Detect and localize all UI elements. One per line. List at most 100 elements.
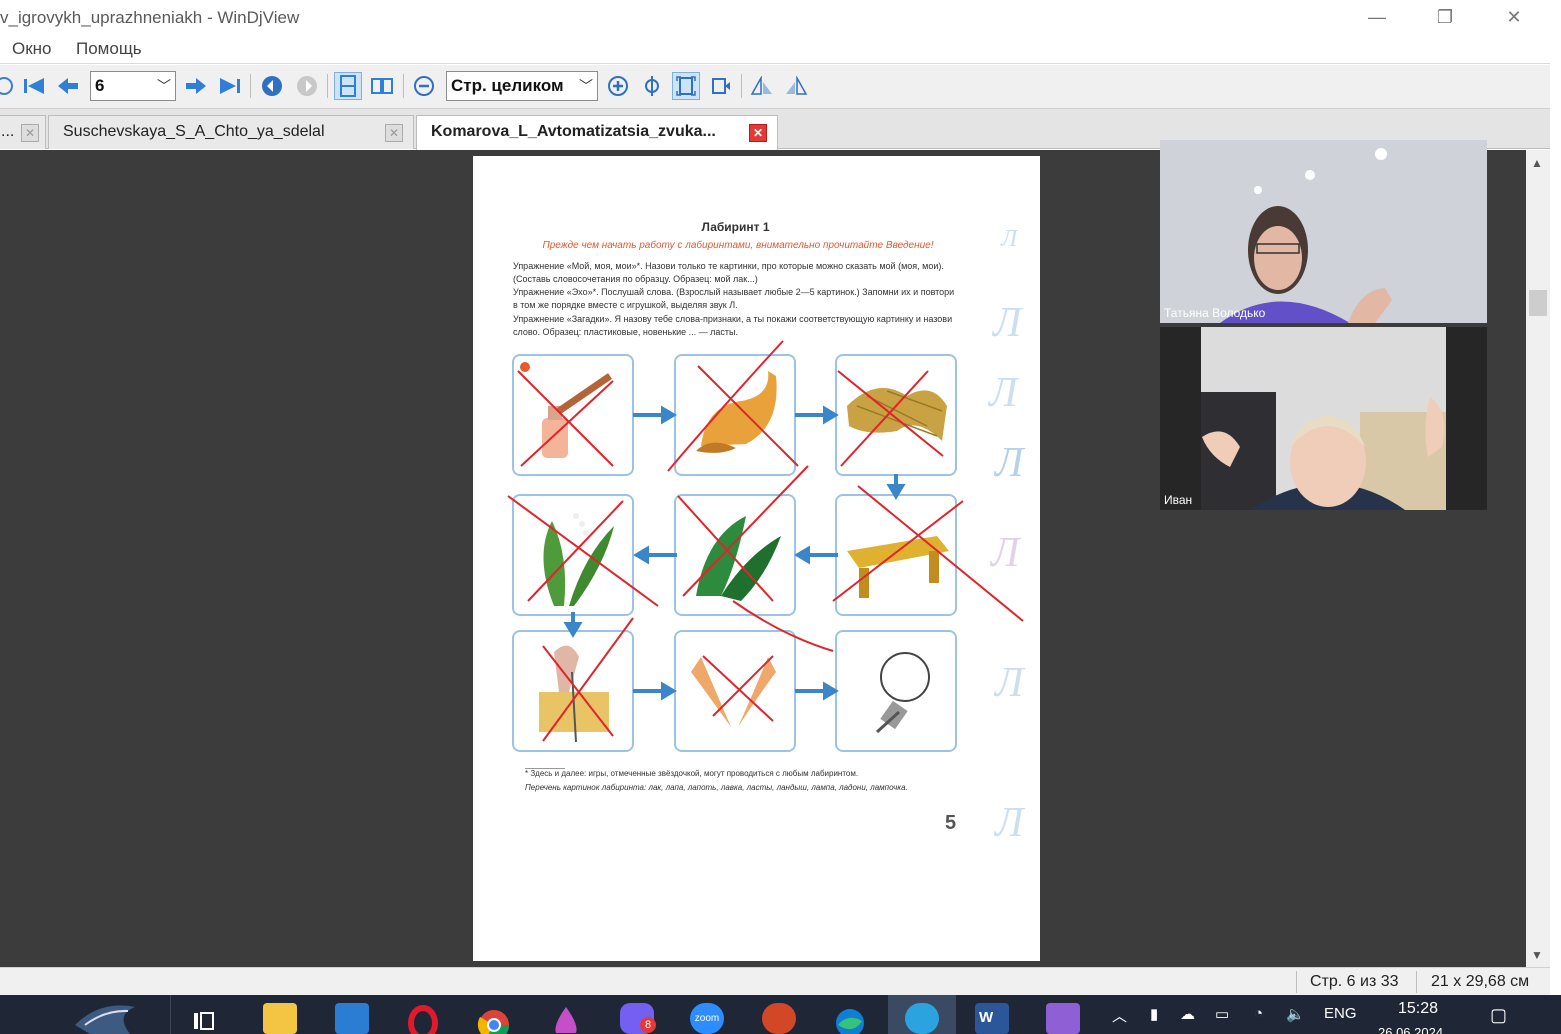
tab-close-icon[interactable]: ✕ xyxy=(21,124,39,142)
footnote: * Здесь и далее: игры, отмеченные звёздо… xyxy=(525,769,859,778)
powerpoint-icon[interactable] xyxy=(762,1003,796,1034)
arrow-left-icon xyxy=(58,78,78,94)
battery-icon[interactable]: ▭ xyxy=(1215,1005,1229,1023)
page-number-input[interactable]: 6 ﹀ xyxy=(90,71,176,101)
menu-bar: Окно Помощь xyxy=(0,36,1561,64)
mail-icon[interactable] xyxy=(335,1003,369,1034)
clock-time[interactable]: 15:28 xyxy=(1398,1000,1438,1018)
two-pages-icon xyxy=(371,78,393,94)
chrome-icon[interactable] xyxy=(477,1003,511,1034)
toolbar-separator xyxy=(327,74,328,98)
document-page: Лабиринт 1 Прежде чем начать работу с ла… xyxy=(473,156,1040,961)
fit-width-icon xyxy=(645,76,659,96)
zoom-in-button[interactable] xyxy=(604,72,632,100)
tab-close-icon[interactable]: ✕ xyxy=(749,124,767,142)
screen: v_igrovykh_uprazhneniakh - WinDjView — ❐… xyxy=(0,0,1561,1034)
zoom-app-icon[interactable]: zoom xyxy=(690,1003,724,1034)
svg-text:Л: Л xyxy=(991,300,1024,346)
fit-width-button[interactable] xyxy=(638,72,666,100)
rotate-left-button[interactable] xyxy=(748,72,776,100)
svg-text:Л: Л xyxy=(993,440,1026,486)
visual-studio-icon[interactable] xyxy=(1046,1003,1080,1034)
scroll-down-icon[interactable]: ▼ xyxy=(1531,948,1543,962)
video-tile-teacher[interactable]: Татьяна Володько xyxy=(1160,140,1487,323)
svg-text:Л: Л xyxy=(1000,226,1019,252)
viber-badge: 8 xyxy=(640,1017,656,1033)
single-page-icon xyxy=(340,75,356,97)
rotate-right-icon xyxy=(786,76,808,95)
teacher-video-picture xyxy=(1160,140,1487,323)
rotate-right-button[interactable] xyxy=(782,72,810,100)
tab-komarova[interactable]: Komarova_L_Avtomatizatsia_zvuka... ✕ xyxy=(416,115,778,150)
scroll-up-icon[interactable]: ▲ xyxy=(1531,156,1543,170)
title-bar: v_igrovykh_uprazhneniakh - WinDjView — ❐… xyxy=(0,0,1561,36)
forward-button[interactable] xyxy=(293,72,321,100)
task-view-button[interactable] xyxy=(188,1003,222,1034)
next-page-button[interactable] xyxy=(182,72,210,100)
status-page-size: 21 x 29,68 см xyxy=(1431,973,1530,990)
language-indicator[interactable]: ENG xyxy=(1324,1005,1357,1022)
tab-previous[interactable]: ... ✕ xyxy=(0,115,46,149)
minimize-icon: — xyxy=(1368,6,1386,27)
tab-suschevskaya[interactable]: Suschevskaya_S_A_Chto_ya_sdelal ✕ xyxy=(48,115,414,149)
onedrive-icon[interactable]: ☁ xyxy=(1180,1005,1195,1023)
word-letter: W xyxy=(979,1009,994,1026)
menu-window[interactable]: Окно xyxy=(12,39,52,59)
zoom-out-button[interactable] xyxy=(410,72,438,100)
status-separator xyxy=(1416,971,1417,993)
video-tile-student[interactable]: Иван xyxy=(1160,327,1487,510)
close-button[interactable]: ✕ xyxy=(1494,4,1534,30)
tray-overflow-icon[interactable]: ︿ xyxy=(1112,1005,1127,1026)
task-view-icon xyxy=(194,1012,214,1030)
zoom-mode-value: Стр. целиком xyxy=(451,76,564,95)
two-pages-button[interactable] xyxy=(368,72,396,100)
prev-page-button[interactable] xyxy=(54,72,82,100)
toolbar-separator xyxy=(250,74,251,98)
first-page-button[interactable] xyxy=(20,72,48,100)
telegram-icon[interactable] xyxy=(905,1003,939,1034)
chevron-down-icon: ﹀ xyxy=(157,78,171,94)
taskbar: 8 zoom W ︿ ▮ ☁ ▭ ◔ 🔈 ENG 15:28 26.06.202… xyxy=(0,995,1561,1034)
actual-size-button[interactable] xyxy=(706,72,734,100)
page-number-value: 6 xyxy=(95,76,105,95)
notifications-icon[interactable]: ▢ xyxy=(1490,1005,1507,1026)
participant-name: Татьяна Володько xyxy=(1164,306,1266,320)
maximize-button[interactable]: ❐ xyxy=(1425,4,1465,30)
last-page-icon xyxy=(220,78,240,94)
edge-icon[interactable] xyxy=(833,1003,867,1034)
maze-overlay: Л Л Л Л Л Л Л xyxy=(507,226,1026,846)
page-number: 5 xyxy=(945,812,957,834)
tab-close-icon[interactable]: ✕ xyxy=(385,124,403,142)
volume-icon[interactable]: 🔈 xyxy=(1286,1005,1305,1023)
tab-label: Suschevskaya_S_A_Chto_ya_sdelal xyxy=(63,123,325,140)
status-bar: Стр. 6 из 33 21 x 29,68 см xyxy=(0,967,1550,995)
close-icon: ✕ xyxy=(1506,6,1522,27)
toolbar: 6 ﹀ Стр. целиком ﹀ xyxy=(0,65,1550,109)
open-button[interactable] xyxy=(0,72,18,100)
microphone-icon[interactable]: ▮ xyxy=(1150,1005,1158,1023)
last-page-button[interactable] xyxy=(216,72,244,100)
scroll-thumb[interactable] xyxy=(1529,290,1547,316)
minimize-button[interactable]: — xyxy=(1357,4,1397,30)
fit-page-button[interactable] xyxy=(672,72,700,100)
zoom-mode-select[interactable]: Стр. целиком ﹀ xyxy=(446,71,598,101)
fish-wallpaper-icon xyxy=(75,1005,135,1034)
tab-label: Komarova_L_Avtomatizatsia_zvuka... xyxy=(431,123,716,140)
vertical-scrollbar[interactable]: ▲ ▼ xyxy=(1526,150,1550,967)
toolbar-separator xyxy=(403,74,404,98)
wifi-icon[interactable]: ◔ xyxy=(1254,1005,1263,1022)
back-button[interactable] xyxy=(258,72,286,100)
word-icon[interactable]: W xyxy=(975,1003,1009,1034)
zoom-out-icon xyxy=(414,76,434,96)
paint-drop-icon[interactable] xyxy=(549,1003,583,1034)
clock-date[interactable]: 26.06.2024 xyxy=(1378,1025,1443,1034)
opera-icon[interactable] xyxy=(406,1003,440,1034)
participant-name: Иван xyxy=(1164,493,1193,507)
open-icon xyxy=(0,77,13,95)
taskbar-divider xyxy=(170,995,171,1034)
file-explorer-icon[interactable] xyxy=(263,1003,297,1034)
single-page-button[interactable] xyxy=(334,72,362,100)
viber-icon[interactable]: 8 xyxy=(620,1003,656,1034)
word-list: Перечень картинок лабиринта: лак, лапа, … xyxy=(525,783,908,792)
menu-help[interactable]: Помощь xyxy=(76,39,142,59)
